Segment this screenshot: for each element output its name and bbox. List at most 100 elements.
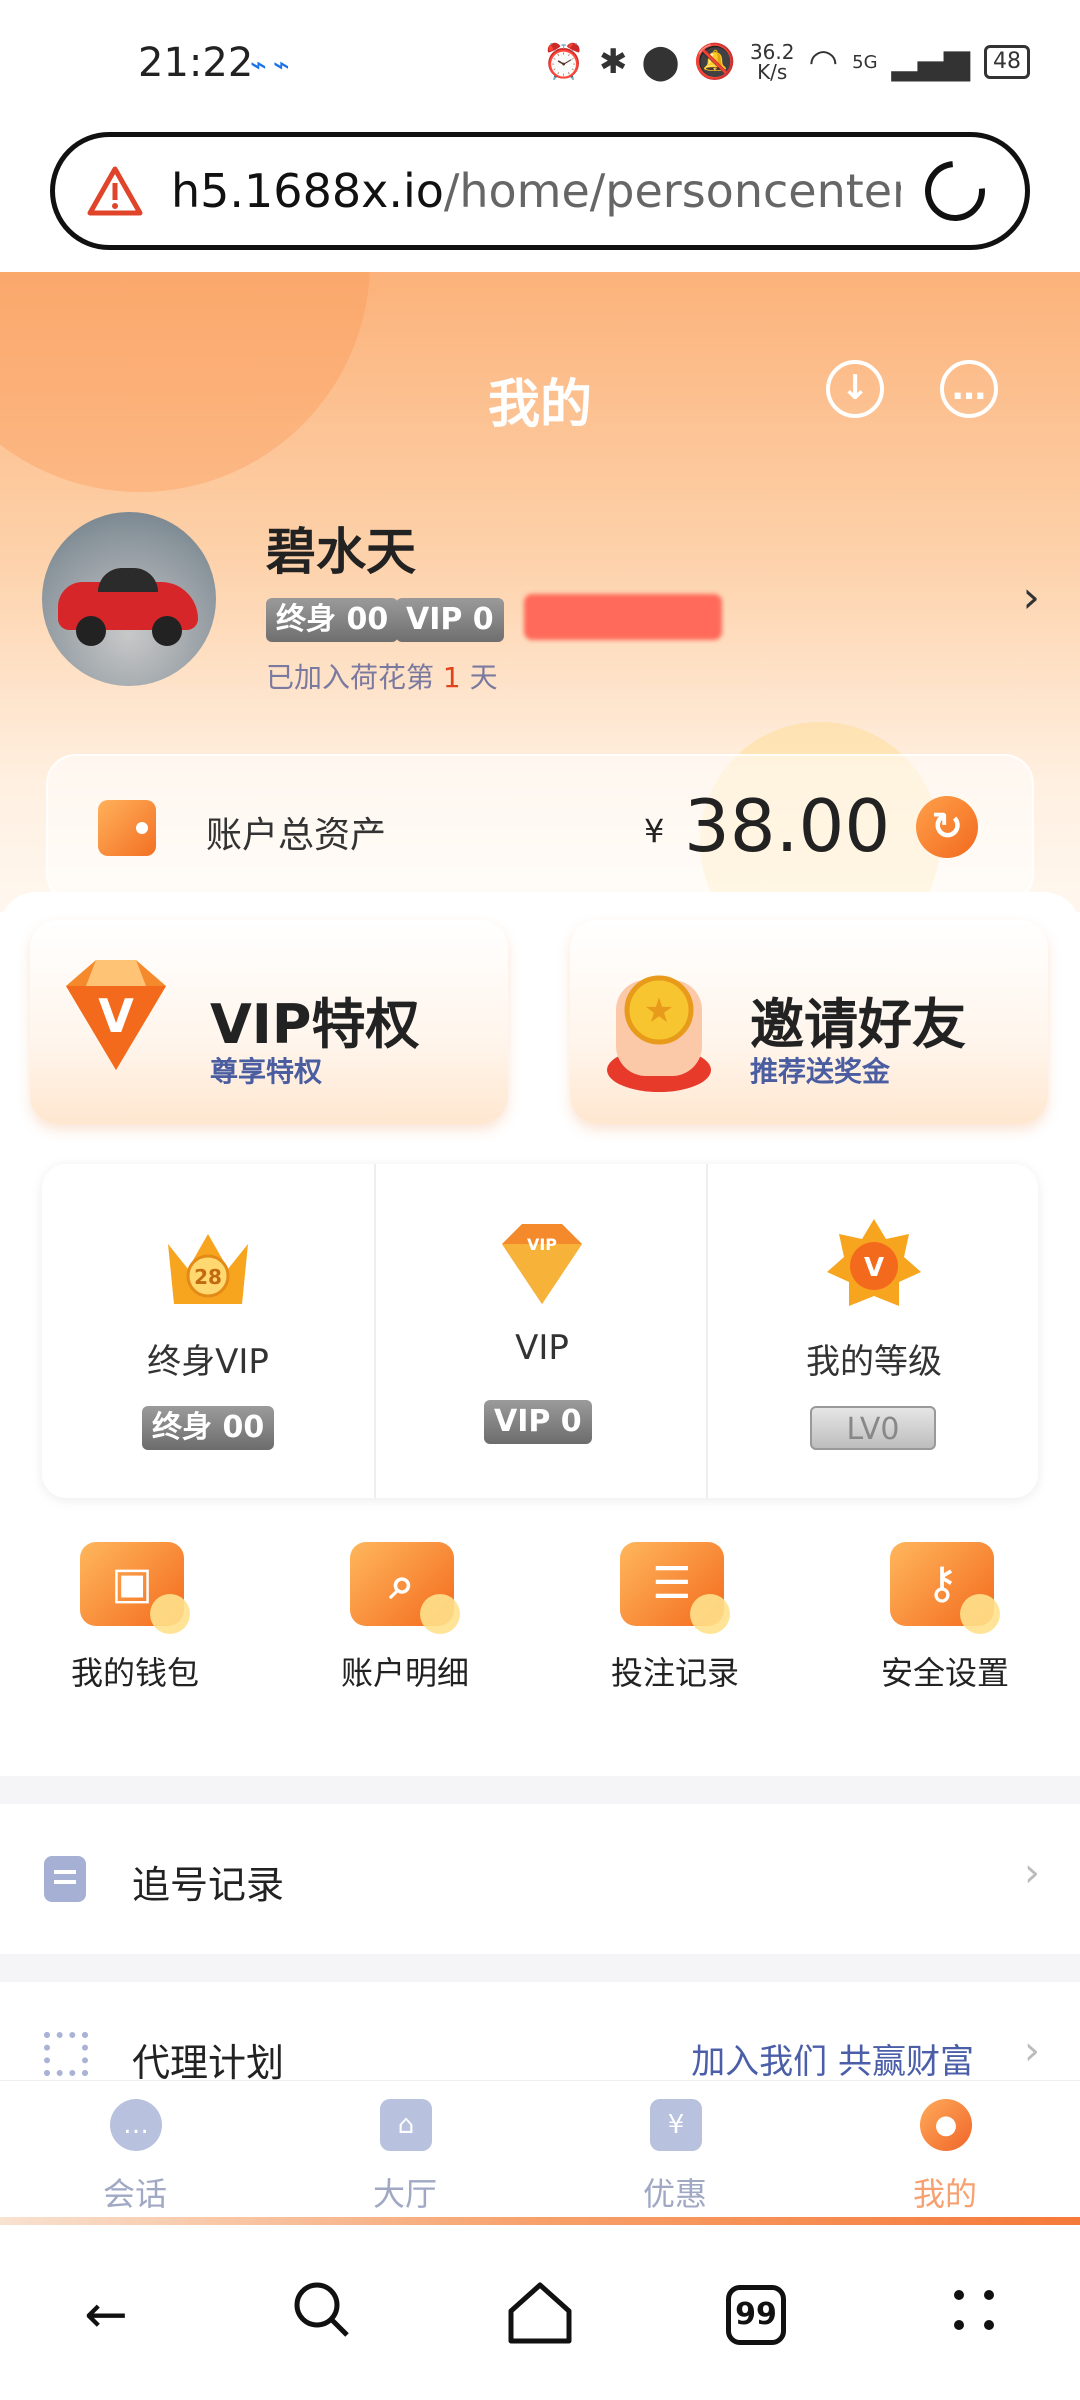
quick-label: 我的钱包	[70, 1654, 199, 1692]
url-host: h5.1688x.io	[171, 164, 444, 218]
assets-label: 账户总资产	[206, 815, 387, 856]
net-speed-unit: K/s	[757, 60, 788, 84]
refresh-icon[interactable]: ↻	[916, 796, 978, 858]
coin-hand-icon: ★	[607, 975, 711, 1092]
level-label: 我的等级	[806, 1342, 942, 1382]
menu-row-chase-records[interactable]: 追号记录 ›	[0, 1804, 1080, 1954]
promo-title: 邀请好友	[750, 993, 966, 1056]
joined-days: 1	[442, 661, 461, 694]
assets-value: 38.00	[684, 784, 891, 868]
avatar[interactable]	[42, 512, 216, 686]
net-speed: 36.2 K/s	[750, 42, 795, 82]
quick-security-settings[interactable]: ⚷ 安全设置	[810, 1532, 1080, 1702]
quick-label: 投注记录	[610, 1654, 739, 1692]
mute-icon: 🔕	[693, 42, 736, 82]
level-label: 终身VIP	[147, 1342, 269, 1382]
vip-icon-text: VIP	[527, 1235, 557, 1254]
url-path: /home/personcenter?l	[443, 164, 901, 218]
tab-label: 优惠	[642, 2175, 707, 2213]
promo-title: VIP特权	[210, 993, 420, 1056]
crown-icon-text: 28	[194, 1265, 222, 1289]
levels-card: 28 终身VIP 终身 00 VIP VIP VIP 0 V 我的等级 LV0	[42, 1164, 1038, 1498]
vip-diamond-icon: VIP	[502, 1224, 582, 1304]
section-divider	[0, 1776, 1080, 1804]
search-icon[interactable]	[282, 2275, 362, 2355]
coupon-icon: ¥	[650, 2099, 702, 2151]
level-label: VIP	[515, 1328, 569, 1368]
alarm-icon: ⏰	[542, 42, 586, 82]
download-icon[interactable]: ↓	[826, 360, 884, 418]
bottom-tab-bar: … 会话 ⌂ 大厅 ¥ 优惠 ● 我的	[0, 2080, 1080, 2225]
signal-icon: ▂▄▆	[891, 42, 970, 82]
quick-label: 账户明细	[340, 1654, 469, 1692]
location-icon: ⬤	[641, 42, 680, 82]
chevron-right-icon[interactable]: ›	[1022, 572, 1040, 623]
url-text[interactable]: h5.1688x.io/home/personcenter?l	[171, 164, 901, 218]
tab-promotions[interactable]: ¥ 优惠	[540, 2099, 810, 2219]
joined-suffix: 天	[460, 661, 498, 694]
tab-label: 我的	[912, 2175, 977, 2213]
diamond-v-icon: V	[66, 960, 166, 1070]
wallet-icon	[98, 800, 156, 856]
section-divider	[0, 1954, 1080, 1982]
level-lifetime-vip[interactable]: 28 终身VIP 终身 00	[42, 1164, 374, 1498]
qr-code-icon	[44, 2032, 88, 2076]
level-my-grade[interactable]: V 我的等级 LV0	[706, 1164, 1038, 1498]
svg-text:★: ★	[644, 991, 674, 1031]
quick-my-wallet[interactable]: ▣ 我的钱包	[0, 1532, 270, 1702]
lifetime-badge: 终身 00	[266, 598, 399, 642]
page-content: 我的 ↓ … 碧水天 终身 00 VIP 0 已加入荷花第 1 天 › 账户总资…	[0, 272, 1080, 2104]
level-badge: 终身 00	[142, 1406, 275, 1450]
tabbar-accent-line	[0, 2217, 1080, 2225]
redacted-info	[524, 594, 722, 640]
chat-bubble-icon: …	[110, 2099, 162, 2151]
tab-lobby[interactable]: ⌂ 大厅	[270, 2099, 540, 2219]
avatar-wheel	[76, 616, 106, 646]
promo-subtitle: 尊享特权	[210, 1055, 323, 1088]
chevron-right-icon: ›	[1024, 1850, 1040, 1896]
warning-icon[interactable]	[85, 161, 145, 221]
key-icon: ⚷	[890, 1542, 1000, 1634]
back-icon[interactable]: ←	[66, 2275, 146, 2355]
level-badge: VIP 0	[484, 1400, 592, 1444]
crown-icon: 28	[168, 1234, 248, 1304]
clipboard-icon: ☰	[620, 1542, 730, 1634]
battery-icon: 48	[984, 45, 1030, 79]
tab-mine[interactable]: ● 我的	[810, 2099, 1080, 2219]
row-label: 代理计划	[132, 2041, 285, 2085]
status-time: 21:22	[138, 40, 254, 86]
quick-label: 安全设置	[880, 1654, 1009, 1692]
user-icon: ●	[920, 2099, 972, 2151]
tabs-icon[interactable]: 99	[726, 2285, 786, 2345]
row-label: 追号记录	[132, 1863, 285, 1907]
level-badge: LV0	[810, 1406, 936, 1450]
quick-account-details[interactable]: ⌕ 账户明细	[270, 1532, 540, 1702]
chat-icon[interactable]: …	[940, 360, 998, 418]
wallet-icon: ▣	[80, 1542, 190, 1634]
invite-friends-card[interactable]: ★ 邀请好友 推荐送奖金	[570, 920, 1048, 1124]
address-bar[interactable]: h5.1688x.io/home/personcenter?l	[50, 132, 1030, 250]
menu-icon[interactable]	[934, 2275, 1014, 2355]
joined-prefix: 已加入荷花第	[266, 661, 443, 694]
document-icon	[44, 1856, 86, 1902]
star-badge-icon: V	[827, 1219, 921, 1306]
status-right-icons: ⏰ ✱ ⬤ 🔕 36.2 K/s ◠ 5G ▂▄▆ 48	[543, 42, 1030, 82]
vip-privilege-card[interactable]: V VIP特权 尊享特权	[30, 920, 508, 1124]
level-vip[interactable]: VIP VIP VIP 0	[374, 1164, 706, 1498]
quick-bet-records[interactable]: ☰ 投注记录	[540, 1532, 810, 1702]
status-bar: 21:22 ⌁⌁ ⏰ ✱ ⬤ 🔕 36.2 K/s ◠ 5G ▂▄▆ 48	[0, 0, 1080, 130]
wifi-icon: ◠	[808, 42, 839, 82]
tab-label: 会话	[102, 2175, 167, 2213]
vip-badge: VIP 0	[396, 598, 504, 642]
promo-subtitle: 推荐送奖金	[750, 1055, 891, 1088]
grade-icon-text: V	[864, 1253, 884, 1283]
home-icon[interactable]	[500, 2275, 580, 2355]
joined-info: 已加入荷花第 1 天	[266, 656, 498, 696]
chevron-right-icon: ›	[1024, 2028, 1040, 2074]
assets-card: 账户总资产 ¥ 38.00 ↻	[46, 754, 1034, 904]
tab-label: 大厅	[372, 2175, 437, 2213]
main-panel: V VIP特权 尊享特权 ★ 邀请好友 推荐送奖金 28 终身VIP 终身 00…	[0, 892, 1080, 2104]
tab-chat[interactable]: … 会话	[0, 2099, 270, 2219]
magnifier-icon: ⌕	[350, 1542, 460, 1634]
reload-icon[interactable]	[912, 148, 998, 234]
